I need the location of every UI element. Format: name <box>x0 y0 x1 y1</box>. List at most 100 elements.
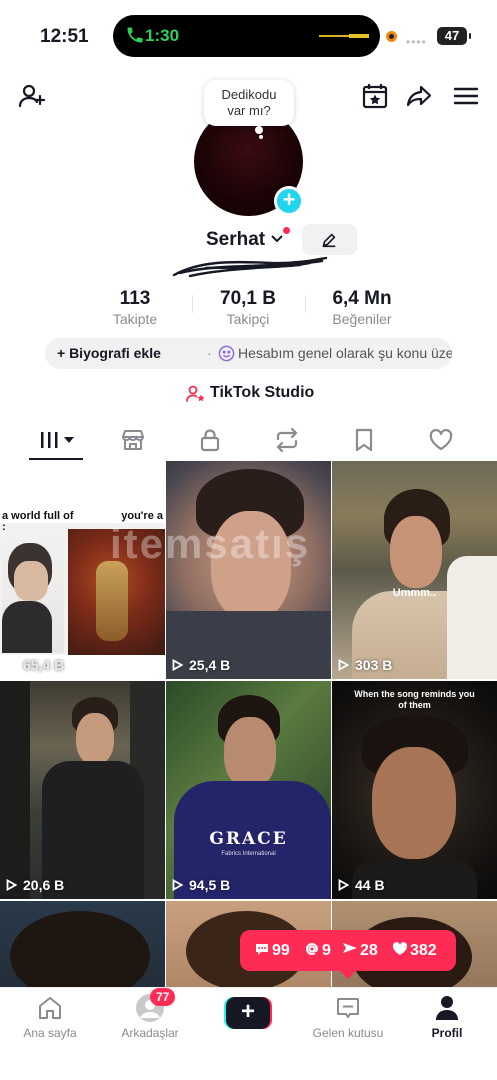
nav-friends-label: Arkadaşlar <box>121 1026 179 1040</box>
tab-private-lock-icon[interactable] <box>197 427 223 453</box>
chevron-down-icon[interactable] <box>270 233 284 245</box>
tab-liked-heart-icon[interactable] <box>428 427 454 453</box>
likes-count: 6,4 Mn <box>332 288 392 309</box>
followers-count: 70,1 B <box>220 288 276 309</box>
nav-home-label: Ana sayfa <box>23 1026 77 1040</box>
nav-inbox-label: Gelen kutusu <box>312 1026 384 1040</box>
view-count: 25,4 B <box>172 657 230 673</box>
brand-logo: GRACE <box>209 829 288 849</box>
notification-dot <box>283 227 290 234</box>
activity-popup[interactable]: 99 9 28 382 <box>240 930 456 979</box>
play-icon <box>6 879 17 891</box>
send-icon <box>343 943 357 953</box>
play-icon <box>338 879 349 891</box>
menu-icon[interactable] <box>452 82 480 110</box>
following-stat[interactable]: 113 Takipte <box>105 288 165 327</box>
bubble-line-1: Dedikodu <box>221 87 277 102</box>
mentions-notification: 9 <box>304 941 331 961</box>
heart-icon <box>392 942 408 955</box>
stat-divider <box>305 295 306 313</box>
video-caption: Ummm.. <box>392 587 437 599</box>
bio-suggestion[interactable]: Hesabım genel olarak şu konu üzer... <box>238 338 452 369</box>
view-count-value: 25,4 B <box>189 657 231 673</box>
likes-notif-count: 382 <box>410 942 437 959</box>
call-duration: 1:30 <box>145 26 180 45</box>
add-friend-icon[interactable] <box>18 82 46 110</box>
tab-shop[interactable] <box>120 427 146 453</box>
comments-count: 99 <box>272 942 290 959</box>
followers-label: Takipçi <box>226 311 270 327</box>
plus-icon: + <box>226 997 270 1029</box>
view-count: 44 B <box>338 877 385 893</box>
likes-stat[interactable]: 6,4 Mn Beğeniler <box>322 288 402 327</box>
comment-icon <box>256 944 268 955</box>
studio-label: TikTok Studio <box>210 384 315 401</box>
video-thumbnail[interactable]: When the song reminds you of them 44 B <box>332 681 497 899</box>
likes-notification: 382 <box>392 941 437 961</box>
view-count-value: 44 B <box>355 877 385 893</box>
view-count-value: 303 B <box>355 657 393 673</box>
camera-indicator-icon <box>386 31 397 42</box>
view-count: 94,5 B <box>172 877 230 893</box>
phone-icon <box>127 27 143 43</box>
play-icon <box>6 659 17 671</box>
mention-at-icon <box>306 943 319 955</box>
stat-divider <box>192 295 193 313</box>
tab-reposts-icon[interactable] <box>274 427 300 453</box>
video-thumbnail[interactable]: Ummm.. 303 B <box>332 461 497 679</box>
active-tab-indicator <box>29 458 83 460</box>
status-time: 12:51 <box>40 26 89 47</box>
share-icon[interactable] <box>405 82 433 110</box>
create-button[interactable]: + <box>224 997 272 1029</box>
dynamic-island[interactable]: 1:30 <box>113 15 380 57</box>
comments-notification: 99 <box>254 941 290 961</box>
likes-label: Beğeniler <box>332 311 392 327</box>
mentions-count: 9 <box>322 942 331 959</box>
username[interactable]: Serhat <box>206 229 265 251</box>
bubble-tail-small <box>259 135 263 139</box>
followers-stat[interactable]: 70,1 B Takipçi <box>208 288 288 327</box>
tab-favorites-bookmark-icon[interactable] <box>351 427 377 453</box>
tab-videos[interactable] <box>38 427 78 453</box>
bio-bar[interactable]: + Biyografi ekle · Hesabım genel olarak … <box>45 338 452 369</box>
signal-icon: •••• <box>406 35 427 49</box>
nav-profile-label: Profil <box>431 1026 463 1040</box>
bubble-tail <box>255 126 263 134</box>
edit-profile-button[interactable] <box>302 224 357 255</box>
add-story-plus-icon[interactable]: + <box>274 186 304 216</box>
view-count-value: 65,4 B <box>23 657 65 673</box>
home-icon <box>39 997 61 1019</box>
view-count-value: 94,5 B <box>189 877 231 893</box>
shares-count: 28 <box>360 942 378 959</box>
video-thumbnail[interactable]: a world full of : you're a 65,4 B <box>0 461 165 679</box>
studio-person-star-icon <box>186 385 205 402</box>
status-bubble[interactable]: Dedikodu var mı? <box>204 80 294 126</box>
view-count-value: 20,6 B <box>23 877 65 893</box>
audio-wave-icon <box>319 34 369 38</box>
profile-person-icon <box>436 996 458 1020</box>
video-thumbnail[interactable]: 20,6 B <box>0 681 165 899</box>
brand-logo-sub: Fabrics International <box>221 851 276 857</box>
view-count: 65,4 B <box>6 657 64 673</box>
watermark: itemsatış <box>110 520 311 567</box>
video-thumbnail[interactable] <box>0 901 165 987</box>
pencil-icon <box>322 233 336 248</box>
video-thumbnail[interactable]: GRACE Fabrics International 94,5 B <box>166 681 331 899</box>
inbox-message-icon <box>337 998 359 1018</box>
bio-separator: · <box>207 345 212 361</box>
calendar-star-icon[interactable] <box>361 82 389 110</box>
following-label: Takipte <box>112 311 158 327</box>
play-icon <box>172 879 183 891</box>
bottom-nav: Ana sayfa Arkadaşlar 77 + Gelen kutusu P… <box>0 987 497 1080</box>
add-bio-button[interactable]: + Biyografi ekle <box>57 338 161 369</box>
nav-profile[interactable]: Profil <box>422 994 472 1040</box>
video-thumbnail[interactable]: 25,4 B <box>166 461 331 679</box>
redacted-handle-scribble <box>172 256 328 278</box>
bubble-line-2: var mı? <box>227 103 271 118</box>
battery-indicator: 47 <box>437 27 471 45</box>
following-count: 113 <box>119 288 151 309</box>
play-icon <box>172 659 183 671</box>
nav-inbox[interactable]: Gelen kutusu <box>308 994 388 1040</box>
nav-home[interactable]: Ana sayfa <box>20 994 80 1040</box>
friends-badge: 77 <box>150 988 176 1006</box>
